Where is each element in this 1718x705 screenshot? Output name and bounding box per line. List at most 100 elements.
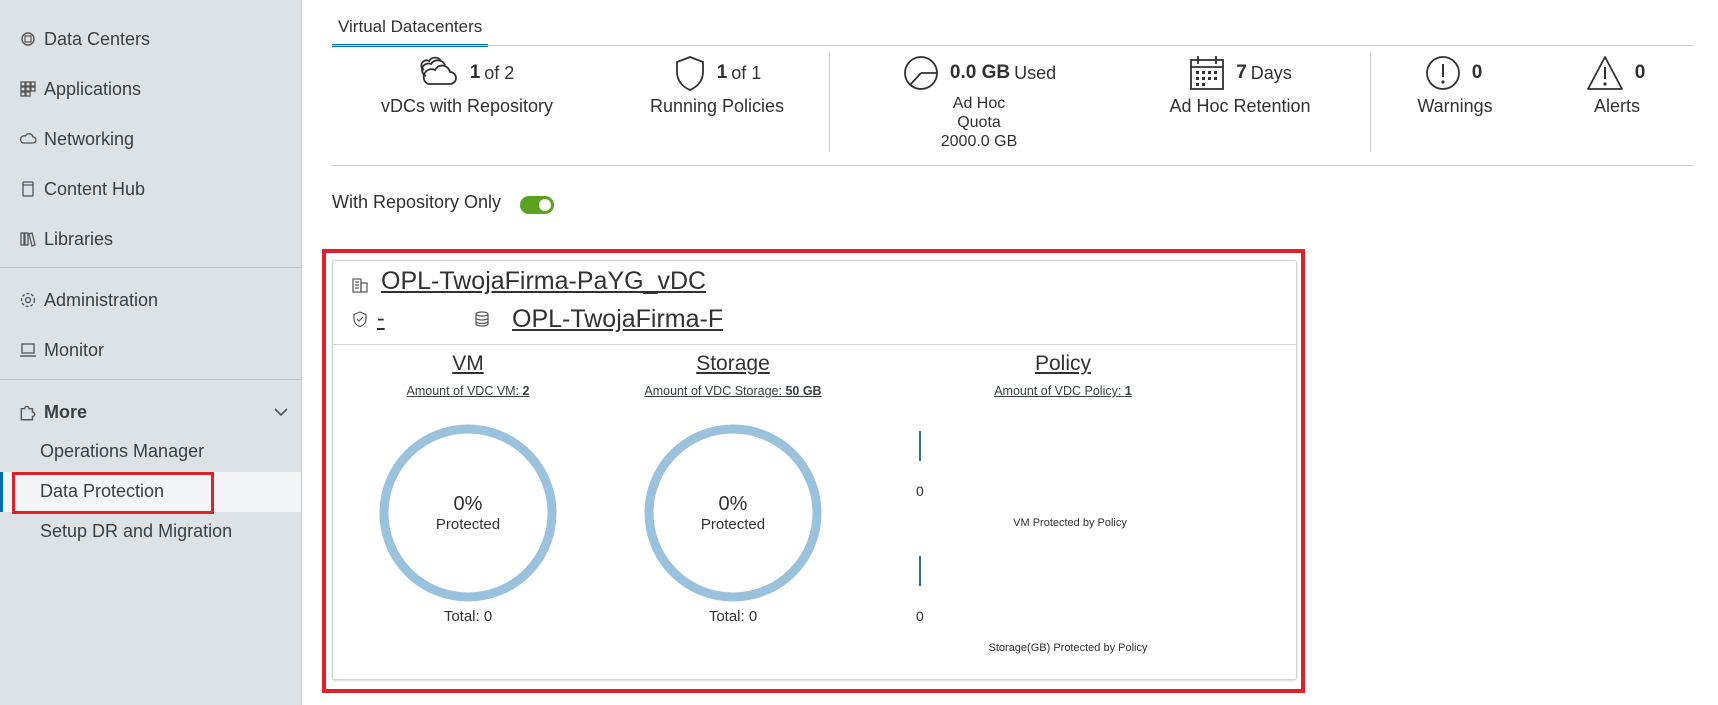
stat-warnings: 0 Warnings	[1400, 52, 1510, 117]
stat-alerts: 0 Alerts	[1572, 52, 1662, 117]
stat-label: Ad Hoc Retention	[1169, 96, 1311, 116]
stats-divider	[332, 165, 1694, 166]
stat-label: vDCs with Repository	[380, 96, 554, 116]
vm-total: Total: 0	[443, 608, 493, 625]
stat-of: Days	[1250, 62, 1292, 83]
sidebar-item-networking[interactable]: Networking	[18, 124, 134, 154]
stat-label: Ad Hoc	[952, 95, 1006, 112]
sidebar-item-label: Applications	[44, 78, 142, 99]
shield-icon	[675, 56, 704, 91]
stat-ad-hoc-used: 0.0 GB Used Ad Hoc Quota 2000.0 GB	[874, 52, 1084, 151]
sidebar-item-applications[interactable]: Applications	[18, 74, 141, 104]
vm-title-link[interactable]: VM	[378, 352, 558, 376]
policy-amount-value: 1	[1124, 384, 1132, 398]
storage-percent-label: Protected	[700, 516, 766, 533]
warning-circle-icon	[1425, 56, 1460, 90]
content-hub-icon	[18, 179, 38, 199]
tab-label: Virtual Datacenters	[338, 17, 483, 36]
tab-underline	[332, 45, 1694, 46]
sidebar-item-data-centers[interactable]: Data Centers	[18, 24, 150, 54]
sidebar-item-libraries[interactable]: Libraries	[18, 224, 113, 254]
stat-label: Quota	[957, 114, 1001, 131]
calendar-icon	[1190, 56, 1225, 90]
sidebar-item-operations-manager[interactable]: Operations Manager	[40, 436, 204, 466]
vm-donut-label: 0% Protected	[378, 493, 558, 533]
stat-of: of 2	[484, 62, 515, 83]
policy-amount-link[interactable]: Amount of VDC Policy: 1	[943, 384, 1183, 398]
highlight-box	[12, 472, 214, 514]
storage-donut-label: 0% Protected	[643, 493, 823, 533]
vm-policy-bar	[919, 431, 921, 461]
stat-of: Used	[1014, 62, 1057, 83]
storage-total: Total: 0	[708, 608, 758, 625]
sidebar: Data Centers Applications Networking Con…	[0, 0, 302, 705]
stat-label: 2000.0 GB	[940, 133, 1018, 150]
policy-amount-prefix: Amount of VDC Policy:	[994, 384, 1122, 398]
vdc-title-link[interactable]: OPL-TwojaFirma-PaYG_vDC	[381, 267, 706, 296]
stat-number: 1	[469, 62, 481, 83]
vdc-card: OPL-TwojaFirma-PaYG_vDC - OPL-TwojaFirma…	[332, 260, 1297, 680]
sidebar-item-label: Setup DR and Migration	[40, 520, 233, 541]
repository-only-toggle[interactable]	[520, 196, 554, 214]
database-icon	[475, 311, 489, 327]
policy-title-link[interactable]: Policy	[973, 352, 1153, 376]
datacenter-icon	[18, 29, 38, 49]
repository-only-label: With Repository Only	[332, 192, 502, 212]
stat-separator	[829, 52, 830, 152]
stat-number: 0.0 GB	[949, 62, 1011, 83]
vm-amount-link[interactable]: Amount of VDC VM: 2	[353, 384, 583, 398]
building-icon	[352, 278, 368, 293]
sidebar-divider	[0, 267, 302, 268]
stat-number: 1	[716, 62, 728, 83]
storage-percent: 0%	[718, 493, 748, 515]
sidebar-item-label: Libraries	[44, 228, 114, 249]
storage-amount-link[interactable]: Amount of VDC Storage: 50 GB	[608, 384, 858, 398]
libraries-icon	[18, 229, 38, 249]
storage-policy-label: Storage(GB) Protected by Policy	[988, 642, 1148, 654]
sidebar-more-toggle[interactable]: More	[18, 397, 290, 427]
stat-label: Running Policies	[649, 96, 785, 116]
policy-link[interactable]: -	[377, 305, 385, 332]
chevron-down-icon	[274, 408, 288, 417]
stat-separator	[1370, 52, 1371, 152]
vm-amount-value: 2	[522, 384, 530, 398]
stat-vdcs-with-repository: 1 of 2 vDCs with Repository	[362, 52, 572, 117]
storage-title-link[interactable]: Storage	[643, 352, 823, 376]
stat-label: Alerts	[1593, 96, 1640, 116]
stat-label: Warnings	[1417, 96, 1493, 116]
stat-of: of 1	[731, 62, 762, 83]
active-indicator	[0, 472, 3, 512]
vm-amount-prefix: Amount of VDC VM:	[406, 384, 520, 398]
vm-percent: 0%	[453, 493, 483, 515]
clouds-icon	[420, 56, 457, 85]
sidebar-item-setup-dr-migration[interactable]: Setup DR and Migration	[40, 516, 232, 546]
puzzle-icon	[18, 402, 38, 422]
sidebar-divider	[0, 379, 302, 380]
card-header-divider	[333, 344, 1296, 345]
vm-percent-label: Protected	[435, 516, 501, 533]
storage-policy-value: 0	[916, 608, 924, 624]
sidebar-item-label: Networking	[44, 128, 135, 149]
shield-check-icon	[353, 311, 367, 328]
tab-virtual-datacenters[interactable]: Virtual Datacenters	[332, 10, 489, 47]
stat-ad-hoc-retention: 7 Days Ad Hoc Retention	[1135, 52, 1345, 117]
more-label: More	[44, 401, 88, 422]
sidebar-item-content-hub[interactable]: Content Hub	[18, 174, 145, 204]
stat-running-policies: 1 of 1 Running Policies	[612, 52, 822, 117]
monitor-icon	[18, 340, 38, 360]
storage-amount-value: 50 GB	[785, 384, 822, 398]
sidebar-item-label: Monitor	[44, 339, 105, 360]
gear-icon	[18, 290, 38, 310]
sidebar-item-label: Operations Manager	[40, 440, 205, 461]
applications-icon	[18, 79, 38, 99]
storage-policy-bar	[919, 556, 921, 586]
repository-link[interactable]: OPL-TwojaFirma-F	[512, 305, 723, 334]
storage-amount-prefix: Amount of VDC Storage:	[644, 384, 782, 398]
sidebar-item-administration[interactable]: Administration	[18, 285, 158, 315]
sidebar-item-label: Administration	[44, 289, 159, 310]
alert-triangle-icon	[1586, 56, 1623, 90]
sidebar-item-monitor[interactable]: Monitor	[18, 335, 104, 365]
pie-chart-icon	[903, 56, 938, 90]
toggle-knob	[539, 199, 551, 211]
stat-number: 0	[1471, 62, 1483, 83]
